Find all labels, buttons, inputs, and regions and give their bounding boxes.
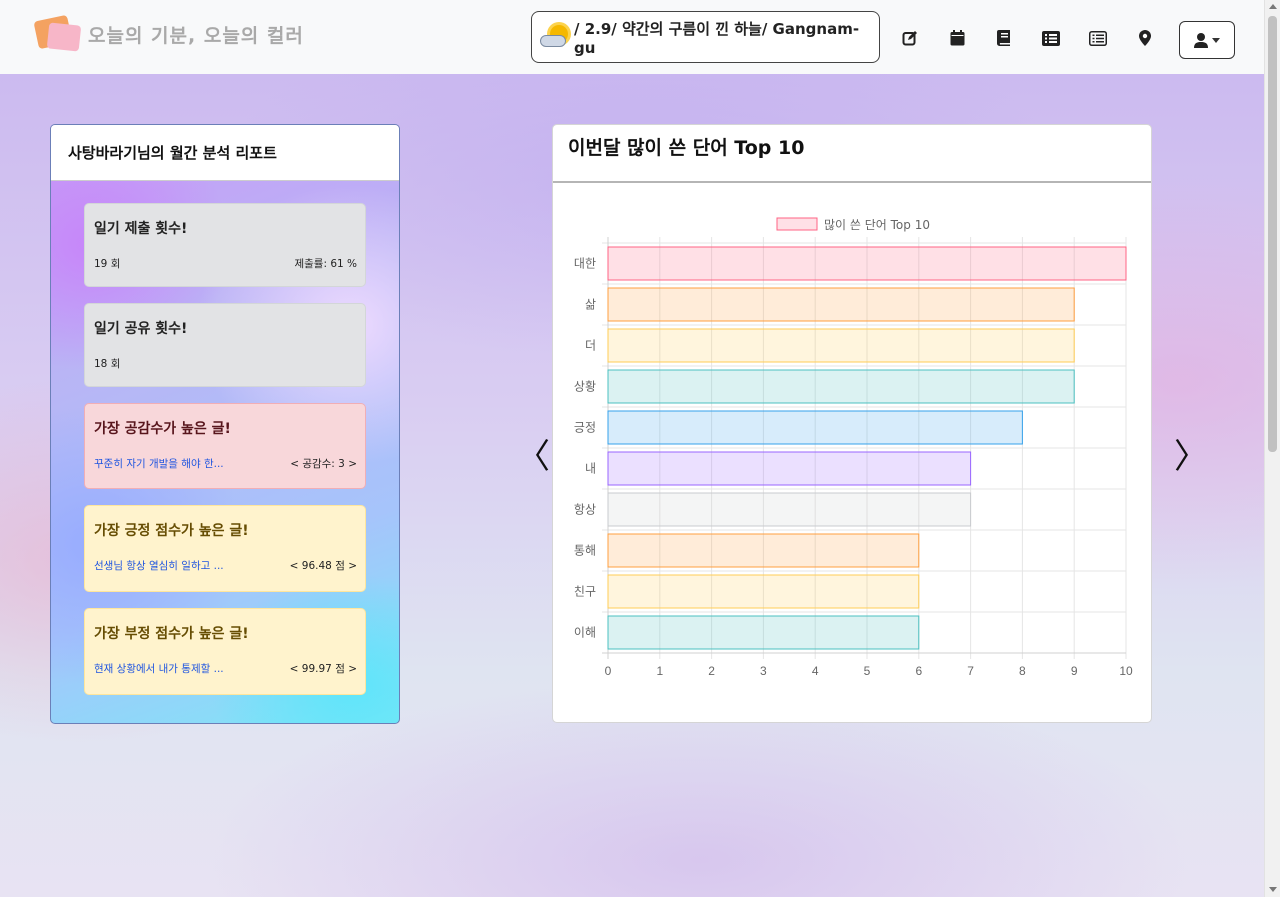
brand-title: 오늘의 기분, 오늘의 컬러 xyxy=(88,24,304,47)
y-tick-label: 이해 xyxy=(574,626,596,640)
edit-icon[interactable] xyxy=(890,18,930,58)
bar-내 xyxy=(607,451,972,486)
legend-swatch xyxy=(776,217,818,231)
book-icon[interactable] xyxy=(984,18,1024,58)
y-tick-label: 삶 xyxy=(585,298,596,312)
user-icon xyxy=(1194,32,1208,48)
x-tick-label: 1 xyxy=(656,664,663,678)
diary-submit-stat: 일기 제출 횟수! 19 회 제출률: 61 % xyxy=(84,203,366,287)
top-negative-post-link[interactable]: 현재 상황에서 내가 통제할 ... xyxy=(94,661,224,676)
brand-logo-icon xyxy=(33,14,82,54)
list-icon[interactable] xyxy=(1078,18,1118,58)
top-empathy-stat: 가장 공감수가 높은 글! 꾸준히 자기 개발을 해야 한... < 공감수: … xyxy=(84,403,366,489)
brand-link[interactable]: 오늘의 기분, 오늘의 컬러 xyxy=(33,14,304,54)
y-tick-label: 내 xyxy=(585,462,596,476)
x-tick-label: 10 xyxy=(1119,664,1133,678)
user-menu-button[interactable] xyxy=(1179,21,1235,59)
bar-긍정 xyxy=(607,410,1023,445)
monthly-report-card: 사탕바라기님의 월간 분석 리포트 일기 제출 횟수! 19 회 제출률: 61… xyxy=(50,124,400,724)
share-count: 18 회 xyxy=(94,358,121,370)
top-negative-stat: 가장 부정 점수가 높은 글! 현재 상황에서 내가 통제할 ... < 99.… xyxy=(84,608,366,695)
submit-count: 19 회 xyxy=(94,258,121,270)
scrollbar-thumb[interactable] xyxy=(1268,16,1277,452)
x-tick-label: 5 xyxy=(864,664,871,678)
stat-title: 가장 공감수가 높은 글! xyxy=(94,421,231,437)
report-title: 사탕바라기님의 월간 분석 리포트 xyxy=(51,125,399,181)
bar-이해 xyxy=(607,615,920,650)
top-navbar: 오늘의 기분, 오늘의 컬러 / 2.9/ 약간의 구름이 낀 하늘/ Gang… xyxy=(0,0,1264,74)
page-scrollbar[interactable] xyxy=(1264,0,1280,897)
bar-통해 xyxy=(607,533,920,568)
top-words-chart-card: 이번달 많이 쓴 단어 Top 10 0 1 2 3 4 5 6 7 8 9 10 대한삶더상황긍정내… xyxy=(552,124,1152,723)
calendar-icon[interactable] xyxy=(937,18,977,58)
x-tick-label: 9 xyxy=(1071,664,1078,678)
y-tick-label: 상황 xyxy=(574,380,596,394)
y-tick-label: 친구 xyxy=(574,585,596,599)
bar-친구 xyxy=(607,574,920,609)
stat-title: 가장 긍정 점수가 높은 글! xyxy=(94,523,249,539)
x-tick-label: 0 xyxy=(605,664,612,678)
y-tick-label: 통해 xyxy=(574,544,596,558)
scroll-down-arrow-icon[interactable] xyxy=(1269,887,1277,892)
x-tick-label: 8 xyxy=(1019,664,1026,678)
stat-title: 일기 공유 횟수! xyxy=(94,321,188,337)
carousel-prev-button[interactable]: 〈 xyxy=(516,437,550,477)
bar-항상 xyxy=(607,492,972,527)
top-empathy-post-link[interactable]: 꾸준히 자기 개발을 해야 한... xyxy=(94,456,224,471)
y-tick-label: 대한 xyxy=(574,257,596,271)
y-tick-label: 항상 xyxy=(574,503,596,517)
y-tick-label: 더 xyxy=(585,339,596,353)
stat-title: 일기 제출 횟수! xyxy=(94,221,188,237)
x-tick-label: 4 xyxy=(812,664,819,678)
top-words-bar-chart: 0 1 2 3 4 5 6 7 8 9 10 대한삶더상황긍정내항상통해친구이해 많이 쓴 단어 Top… xyxy=(574,217,1133,678)
x-tick-label: 3 xyxy=(760,664,767,678)
weather-text: / 2.9/ 약간의 구름이 낀 하늘/ Gangnam-gu xyxy=(574,19,860,57)
submit-rate: 제출률: 61 % xyxy=(294,258,357,270)
caret-down-icon xyxy=(1212,37,1220,43)
partly-cloudy-icon xyxy=(540,23,572,51)
y-tick-label: 긍정 xyxy=(574,421,596,435)
weather-widget[interactable]: / 2.9/ 약간의 구름이 낀 하늘/ Gangnam-gu xyxy=(531,11,880,63)
bar-상황 xyxy=(607,369,1075,404)
bar-삶 xyxy=(607,287,1075,322)
stat-title: 가장 부정 점수가 높은 글! xyxy=(94,626,249,642)
list-alt-icon[interactable] xyxy=(1031,18,1071,58)
top-positive-post-link[interactable]: 선생님 항상 열심히 일하고 ... xyxy=(94,558,224,573)
bar-더 xyxy=(607,328,1075,363)
diary-share-stat: 일기 공유 횟수! 18 회 xyxy=(84,303,366,387)
top-positive-stat: 가장 긍정 점수가 높은 글! 선생님 항상 열심히 일하고 ... < 96.… xyxy=(84,505,366,592)
positive-score: < 96.48 점 > xyxy=(289,560,357,572)
x-tick-label: 6 xyxy=(915,664,922,678)
legend-label: 많이 쓴 단어 Top 10 xyxy=(824,218,930,232)
chart-title: 이번달 많이 쓴 단어 Top 10 xyxy=(553,125,1151,183)
x-tick-label: 7 xyxy=(967,664,974,678)
carousel-next-button[interactable]: 〉 xyxy=(1174,437,1208,477)
scroll-up-arrow-icon[interactable] xyxy=(1269,4,1277,9)
x-tick-label: 2 xyxy=(708,664,715,678)
empathy-score: < 공감수: 3 > xyxy=(290,458,357,470)
negative-score: < 99.97 점 > xyxy=(289,663,357,675)
map-marker-icon[interactable] xyxy=(1125,18,1165,58)
bar-대한 xyxy=(607,246,1127,281)
